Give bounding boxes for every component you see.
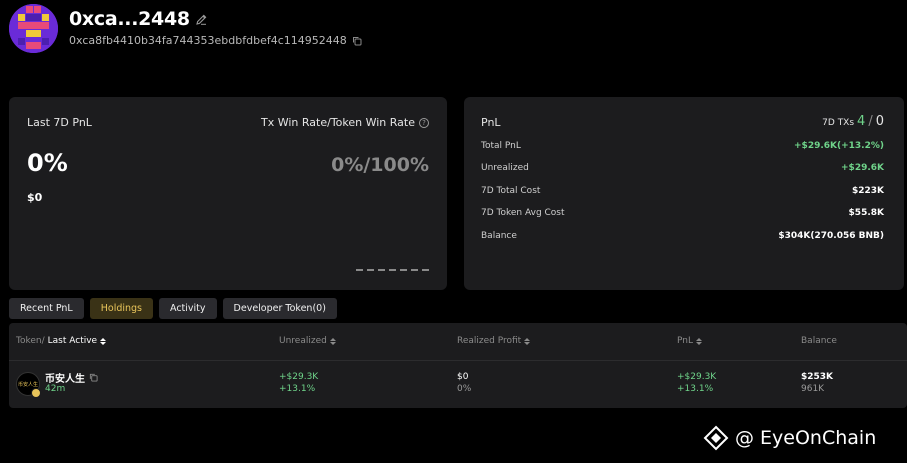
token-name-text: 币安人生 xyxy=(45,374,85,385)
header-unrealized-text: Unrealized xyxy=(279,336,327,346)
realized-usd: $0 xyxy=(457,372,469,382)
stat-label: 7D Token Avg Cost xyxy=(481,208,565,218)
stat-value: $55.8K xyxy=(848,208,884,218)
token-name: 币安人生 xyxy=(45,370,99,385)
table-row[interactable]: 币安人生 币安人生 42m +$29.3K +13.1% $0 0% +$29.… xyxy=(9,361,907,407)
header-token-prefix: Token/ xyxy=(16,336,45,346)
pnl-usd: +$29.3K xyxy=(677,372,717,382)
unrealized-pct: +13.1% xyxy=(279,384,316,394)
cell-unrealized: +$29.3K +13.1% xyxy=(279,371,318,395)
pnl-usd-value: $0 xyxy=(27,191,43,204)
wallet-name: 0xca...2448 xyxy=(69,8,208,30)
column-header-realized-profit[interactable]: Realized Profit xyxy=(457,336,531,346)
pnl-detail-card: PnL 7D TXs 4/0 Total PnL +$29.6K(+13.2%)… xyxy=(464,97,904,290)
last-7d-pnl-label: Last 7D PnL xyxy=(27,116,92,129)
stat-row-unrealized: Unrealized +$29.6K xyxy=(481,163,884,173)
balance-usd: $253K xyxy=(801,372,834,382)
unrealized-usd: +$29.3K xyxy=(279,372,319,382)
copy-icon[interactable] xyxy=(352,36,362,46)
stat-value: +$29.6K(+13.2%) xyxy=(794,141,884,151)
sort-icon[interactable] xyxy=(696,337,702,345)
pnl-percent-value: 0% xyxy=(27,149,68,177)
tab-holdings[interactable]: Holdings xyxy=(89,298,153,319)
balance-amount: 961K xyxy=(801,384,825,394)
header-pnl-text: PnL xyxy=(677,336,693,346)
header-realized-text: Realized Profit xyxy=(457,336,522,346)
stat-row-total-cost: 7D Total Cost $223K xyxy=(481,186,884,196)
txs-loss-count: 0 xyxy=(875,114,884,129)
tab-bar: Recent PnL Holdings Activity Developer T… xyxy=(9,298,337,319)
sort-icon[interactable] xyxy=(524,337,531,345)
stat-label: Balance xyxy=(481,231,517,241)
pnl-card-title: PnL xyxy=(481,116,501,129)
wallet-address-text: 0xca8fb4410b34fa744353ebdbfdbef4c1149524… xyxy=(69,34,347,47)
win-rate-distribution-bar xyxy=(356,269,429,271)
column-header-unrealized[interactable]: Unrealized xyxy=(279,336,336,346)
stat-row-avg-cost: 7D Token Avg Cost $55.8K xyxy=(481,208,884,218)
stat-value: $223K xyxy=(851,186,884,196)
edit-icon[interactable] xyxy=(195,13,208,26)
table-header: Token/Last Active Unrealized Realized Pr… xyxy=(9,323,907,361)
cell-pnl: +$29.3K +13.1% xyxy=(677,371,716,395)
header-balance-text: Balance xyxy=(801,336,837,346)
stat-value: $304K(270.056 BNB) xyxy=(778,231,884,241)
stat-row-balance: Balance $304K(270.056 BNB) xyxy=(481,231,884,241)
copy-icon[interactable] xyxy=(89,373,99,383)
txs-win-count: 4 xyxy=(857,114,866,129)
win-rate-value: 0%/100% xyxy=(331,154,429,176)
token-last-active: 42m xyxy=(45,384,66,394)
txs-label: 7D TXs xyxy=(822,118,855,128)
wallet-name-text: 0xca...2448 xyxy=(69,8,190,30)
sort-icon[interactable] xyxy=(100,337,107,345)
txs-separator: / xyxy=(868,114,873,129)
bnb-chain-icon xyxy=(31,388,41,398)
stat-row-total-pnl: Total PnL +$29.6K(+13.2%) xyxy=(481,141,884,151)
cell-realized-profit: $0 0% xyxy=(457,371,471,395)
wallet-address: 0xca8fb4410b34fa744353ebdbfdbef4c1149524… xyxy=(69,34,362,47)
realized-pct: 0% xyxy=(457,384,472,394)
stat-label: Total PnL xyxy=(481,141,521,151)
column-header-pnl[interactable]: PnL xyxy=(677,336,702,346)
watermark-text: @ EyeOnChain xyxy=(735,427,877,449)
column-header-token[interactable]: Token/Last Active xyxy=(16,336,107,346)
help-icon[interactable]: ? xyxy=(419,117,429,128)
cell-balance: $253K 961K xyxy=(801,371,833,395)
seven-day-txs: 7D TXs 4/0 xyxy=(822,114,884,129)
tab-recent-pnl[interactable]: Recent PnL xyxy=(9,298,84,319)
header-last-active: Last Active xyxy=(47,336,98,346)
sort-icon[interactable] xyxy=(329,337,336,345)
tab-activity[interactable]: Activity xyxy=(159,298,217,319)
pnl-pct: +13.1% xyxy=(677,384,714,394)
win-rate-label: Tx Win Rate/Token Win Rate ? xyxy=(261,116,429,129)
pnl-summary-card: Last 7D PnL Tx Win Rate/Token Win Rate ?… xyxy=(9,97,447,290)
win-rate-label-text: Tx Win Rate/Token Win Rate xyxy=(261,116,415,129)
column-header-balance: Balance xyxy=(801,336,837,346)
token-logo-text: 币安人生 xyxy=(17,381,38,388)
stat-value: +$29.6K xyxy=(841,163,884,173)
eyeonchain-logo-icon xyxy=(703,425,729,451)
tab-developer-token[interactable]: Developer Token(0) xyxy=(222,298,337,319)
watermark: @ EyeOnChain xyxy=(703,425,876,451)
wallet-avatar xyxy=(9,4,58,53)
stat-label: 7D Total Cost xyxy=(481,186,541,196)
holdings-table: Token/Last Active Unrealized Realized Pr… xyxy=(9,323,907,408)
stat-label: Unrealized xyxy=(481,163,529,173)
